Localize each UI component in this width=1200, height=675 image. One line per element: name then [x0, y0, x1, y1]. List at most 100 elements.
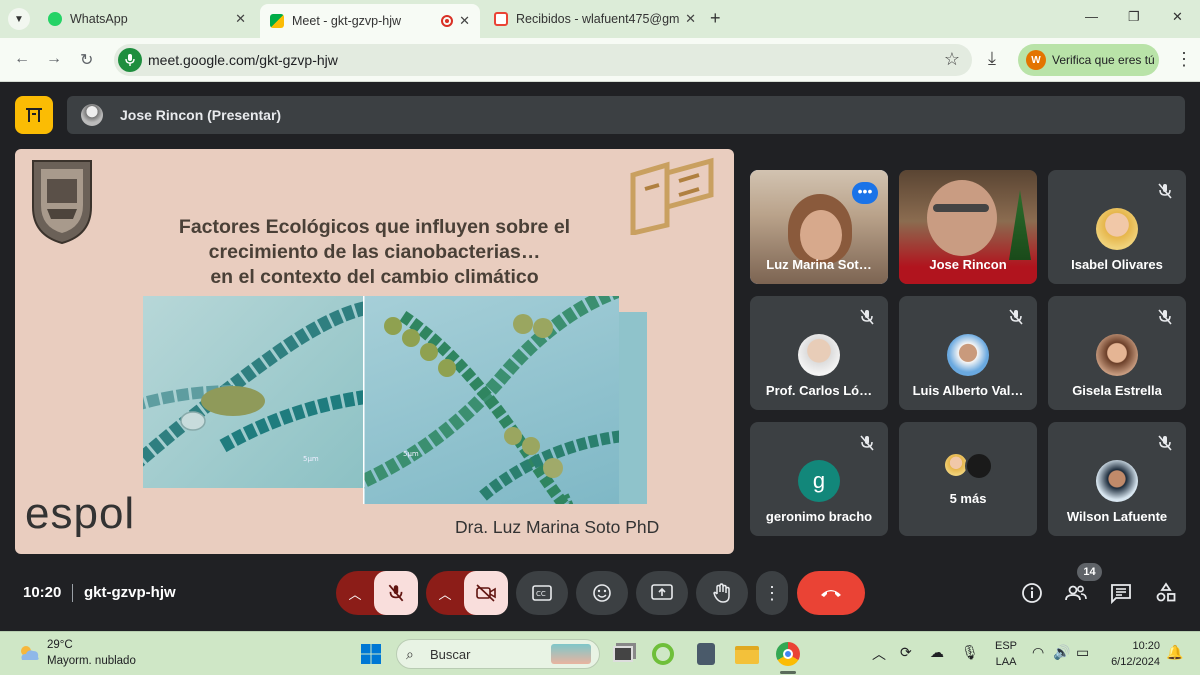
slide-title: Factores Ecológicos que influyen sobre e…	[15, 215, 734, 290]
mic-off-icon	[1158, 435, 1172, 451]
meeting-details-button[interactable]	[1020, 581, 1044, 605]
people-button[interactable]	[1064, 581, 1088, 605]
url-text[interactable]: meet.google.com/gkt-gzvp-hjw	[148, 52, 338, 68]
participant-tile[interactable]: Wilson Lafuente	[1048, 422, 1186, 536]
participant-avatar	[798, 334, 840, 376]
tab-label: Meet - gkt-gzvp-hjw	[292, 14, 402, 28]
participant-name: Luz Marina Sot…	[766, 257, 872, 272]
avatar-letter: g	[812, 468, 826, 493]
present-screen-icon	[651, 584, 673, 600]
taskbar-search[interactable]: ⌕ Buscar	[396, 639, 600, 669]
reactions-button[interactable]	[576, 571, 628, 615]
site-info-icon[interactable]	[118, 48, 142, 72]
weather-description[interactable]: Mayorm. nublado	[47, 655, 136, 667]
system-clock[interactable]: 10:20 6/12/2024	[1104, 638, 1160, 670]
notification-bell-icon[interactable]: 🔔	[1166, 644, 1183, 661]
recording-icon	[441, 15, 454, 27]
back-icon[interactable]: ←	[14, 50, 30, 68]
participant-tile[interactable]: Prof. Carlos Ló…	[750, 296, 888, 410]
camera-toggle-button[interactable]	[464, 571, 508, 615]
new-tab-button[interactable]: +	[710, 8, 721, 29]
weather-cloud-icon[interactable]	[16, 640, 42, 666]
participant-tile[interactable]: g geronimo bracho	[750, 422, 888, 536]
clock-time: 10:20	[1132, 640, 1160, 652]
browser-menu-icon[interactable]: ⋮	[1175, 49, 1193, 70]
address-bar[interactable]: meet.google.com/gkt-gzvp-hjw ☆	[114, 44, 972, 76]
task-view-icon[interactable]	[610, 641, 636, 667]
micrograph-edge	[619, 312, 647, 504]
input-language[interactable]: ESP LAA	[995, 638, 1017, 670]
battery-icon[interactable]: ▭	[1076, 644, 1089, 661]
participant-tile[interactable]: Gisela Estrella	[1048, 296, 1186, 410]
participant-avatar	[1096, 334, 1138, 376]
captions-button[interactable]: CC	[516, 571, 568, 615]
video-options-icon[interactable]: ︿	[426, 584, 464, 603]
windows-start-icon[interactable]	[360, 643, 382, 665]
participant-tile[interactable]: Jose Rincon	[899, 170, 1037, 284]
participant-tile[interactable]: Isabel Olivares	[1048, 170, 1186, 284]
cloud-offline-icon[interactable]: ☁	[930, 644, 944, 661]
forward-icon[interactable]: →	[46, 50, 62, 68]
tab-whatsapp[interactable]: WhatsApp ✕	[38, 5, 256, 33]
participant-avatar	[1096, 460, 1138, 502]
tab-meet[interactable]: Meet - gkt-gzvp-hjw ✕	[260, 4, 480, 38]
qgis-app-icon[interactable]	[650, 641, 676, 667]
participant-tile[interactable]: ••• Luz Marina Sot…	[750, 170, 888, 284]
sync-icon[interactable]: ⟳	[900, 644, 912, 661]
activities-icon	[1156, 582, 1176, 602]
raise-hand-button[interactable]	[696, 571, 748, 615]
meet-icon	[270, 14, 284, 28]
activities-button[interactable]	[1154, 581, 1178, 605]
present-button[interactable]	[636, 571, 688, 615]
tab-label: WhatsApp	[70, 12, 128, 26]
audio-options-icon[interactable]: ︿	[336, 584, 374, 603]
browser-tab-bar: ▼ WhatsApp ✕ Meet - gkt-gzvp-hjw ✕ Recib…	[0, 0, 1200, 38]
file-explorer-icon[interactable]	[734, 641, 760, 667]
bookmark-star-icon[interactable]: ☆	[944, 49, 960, 70]
show-hidden-icons[interactable]: ︿	[872, 644, 886, 664]
scale-label: 5µm	[303, 455, 319, 463]
slide-title-line: Factores Ecológicos que influyen sobre e…	[178, 216, 571, 238]
search-placeholder: Buscar	[430, 647, 471, 662]
download-icon[interactable]: ⤓	[988, 48, 996, 69]
weather-temperature[interactable]: 29°C	[47, 639, 73, 651]
meeting-time: 10:20	[23, 584, 62, 601]
microphone-icon[interactable]: 🎙	[961, 644, 979, 661]
chat-icon	[1111, 584, 1131, 605]
participant-tile[interactable]: Luis Alberto Val…	[899, 296, 1037, 410]
divider	[72, 584, 73, 602]
chrome-app-icon[interactable]	[775, 641, 801, 667]
micrograph-image: 5µm	[143, 296, 363, 488]
meeting-code: gkt-gzvp-hjw	[84, 584, 176, 601]
micrograph-image: 5µm	[363, 296, 619, 504]
wifi-icon[interactable]: ◠	[1032, 644, 1044, 661]
calculator-app-icon[interactable]	[693, 641, 719, 667]
close-window-icon[interactable]: ✕	[1172, 9, 1183, 25]
chat-button[interactable]	[1109, 581, 1133, 605]
svg-text:CC: CC	[536, 590, 546, 598]
close-icon[interactable]: ✕	[459, 13, 470, 29]
close-icon[interactable]: ✕	[235, 11, 246, 27]
gmail-icon	[494, 12, 508, 26]
slide-author: Dra. Luz Marina Soto PhD	[455, 517, 660, 537]
more-participants-tile[interactable]: 5 más	[899, 422, 1037, 536]
participant-name: Luis Alberto Val…	[912, 383, 1024, 398]
whatsapp-icon	[48, 12, 62, 26]
close-icon[interactable]: ✕	[685, 11, 696, 27]
volume-icon[interactable]: 🔊	[1053, 644, 1070, 661]
tab-search-button[interactable]: ▼	[8, 8, 30, 30]
layout-toggle-button[interactable]	[15, 96, 53, 134]
participant-count-badge: 14	[1077, 563, 1102, 581]
minimize-icon[interactable]: —	[1085, 9, 1098, 24]
leave-call-button[interactable]	[797, 571, 865, 615]
more-options-button[interactable]: ⋮	[756, 571, 788, 615]
more-options-button[interactable]: •••	[852, 182, 878, 204]
mic-toggle-button[interactable]	[374, 571, 418, 615]
participant-name: Prof. Carlos Ló…	[765, 383, 873, 398]
espol-logo-text: espol	[25, 489, 136, 538]
tab-gmail[interactable]: Recibidos - wlafuent475@gmail ✕	[484, 5, 706, 33]
restore-icon[interactable]: ❐	[1128, 9, 1140, 25]
verify-button[interactable]: W Verifica que eres tú	[1018, 44, 1159, 76]
video-control-group: ︿	[426, 571, 508, 615]
reload-icon[interactable]: ↻	[80, 50, 93, 70]
